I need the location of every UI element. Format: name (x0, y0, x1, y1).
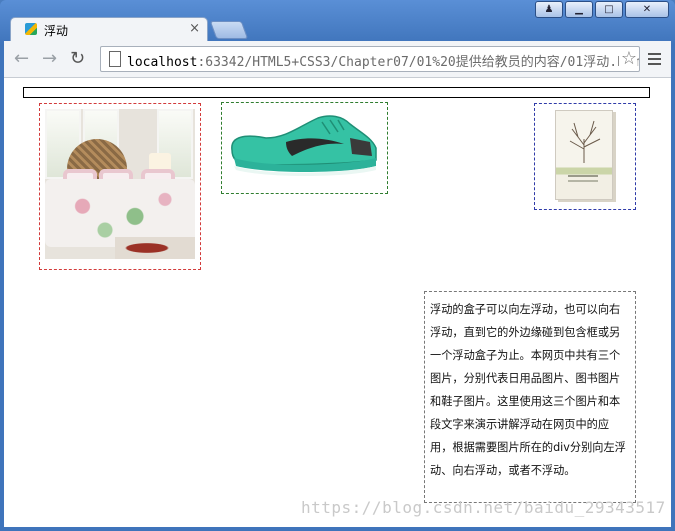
text-box: 浮动的盒子可以向左浮动，也可以向右浮动，直到它的外边缘碰到包含框或另一个浮动盒子… (424, 291, 636, 503)
user-icon[interactable]: ♟ (535, 1, 563, 18)
page-icon (109, 51, 121, 67)
tab-title: 浮动 (44, 24, 69, 38)
shoe-image (231, 115, 377, 176)
browser-tab[interactable]: 浮动 × (10, 17, 208, 41)
menu-icon[interactable] (648, 53, 661, 68)
bed-image-box (39, 103, 201, 270)
new-tab-button[interactable] (209, 21, 249, 39)
maximize-button[interactable]: □ (595, 1, 623, 18)
address-bar[interactable]: localhost:63342/HTML5+CSS3/Chapter07/01%… (100, 46, 640, 72)
watermark: https://blog.csdn.net/baidu_29343517 (301, 498, 666, 517)
float-description: 浮动的盒子可以向左浮动，也可以向右浮动，直到它的外边缘碰到包含框或另一个浮动盒子… (430, 303, 626, 477)
header-box (23, 87, 650, 98)
url-text: localhost:63342/HTML5+CSS3/Chapter07/01%… (127, 55, 640, 70)
tab-close-icon[interactable]: × (189, 21, 200, 36)
shoe-image-box (221, 102, 388, 194)
back-arrow-icon[interactable]: ← (14, 48, 29, 69)
book-image (555, 110, 613, 200)
page-viewport: 浮动的盒子可以向左浮动，也可以向右浮动，直到它的外边缘碰到包含框或另一个浮动盒子… (4, 78, 671, 527)
reload-icon[interactable]: ↻ (70, 48, 85, 69)
forward-arrow-icon[interactable]: → (42, 48, 57, 69)
browser-window: ♟ ▁ □ ✕ 浮动 × ← → ↻ localhost:63342/HTML5… (0, 0, 675, 531)
window-controls: ♟ ▁ □ ✕ (535, 1, 669, 18)
close-window-button[interactable]: ✕ (625, 1, 669, 18)
bed-image (45, 109, 195, 259)
minimize-button[interactable]: ▁ (565, 1, 593, 18)
bookmark-star-icon[interactable]: ☆ (618, 48, 637, 69)
favicon-icon (25, 23, 37, 35)
browser-toolbar: ← → ↻ localhost:63342/HTML5+CSS3/Chapter… (4, 41, 671, 78)
book-image-box (534, 103, 636, 210)
